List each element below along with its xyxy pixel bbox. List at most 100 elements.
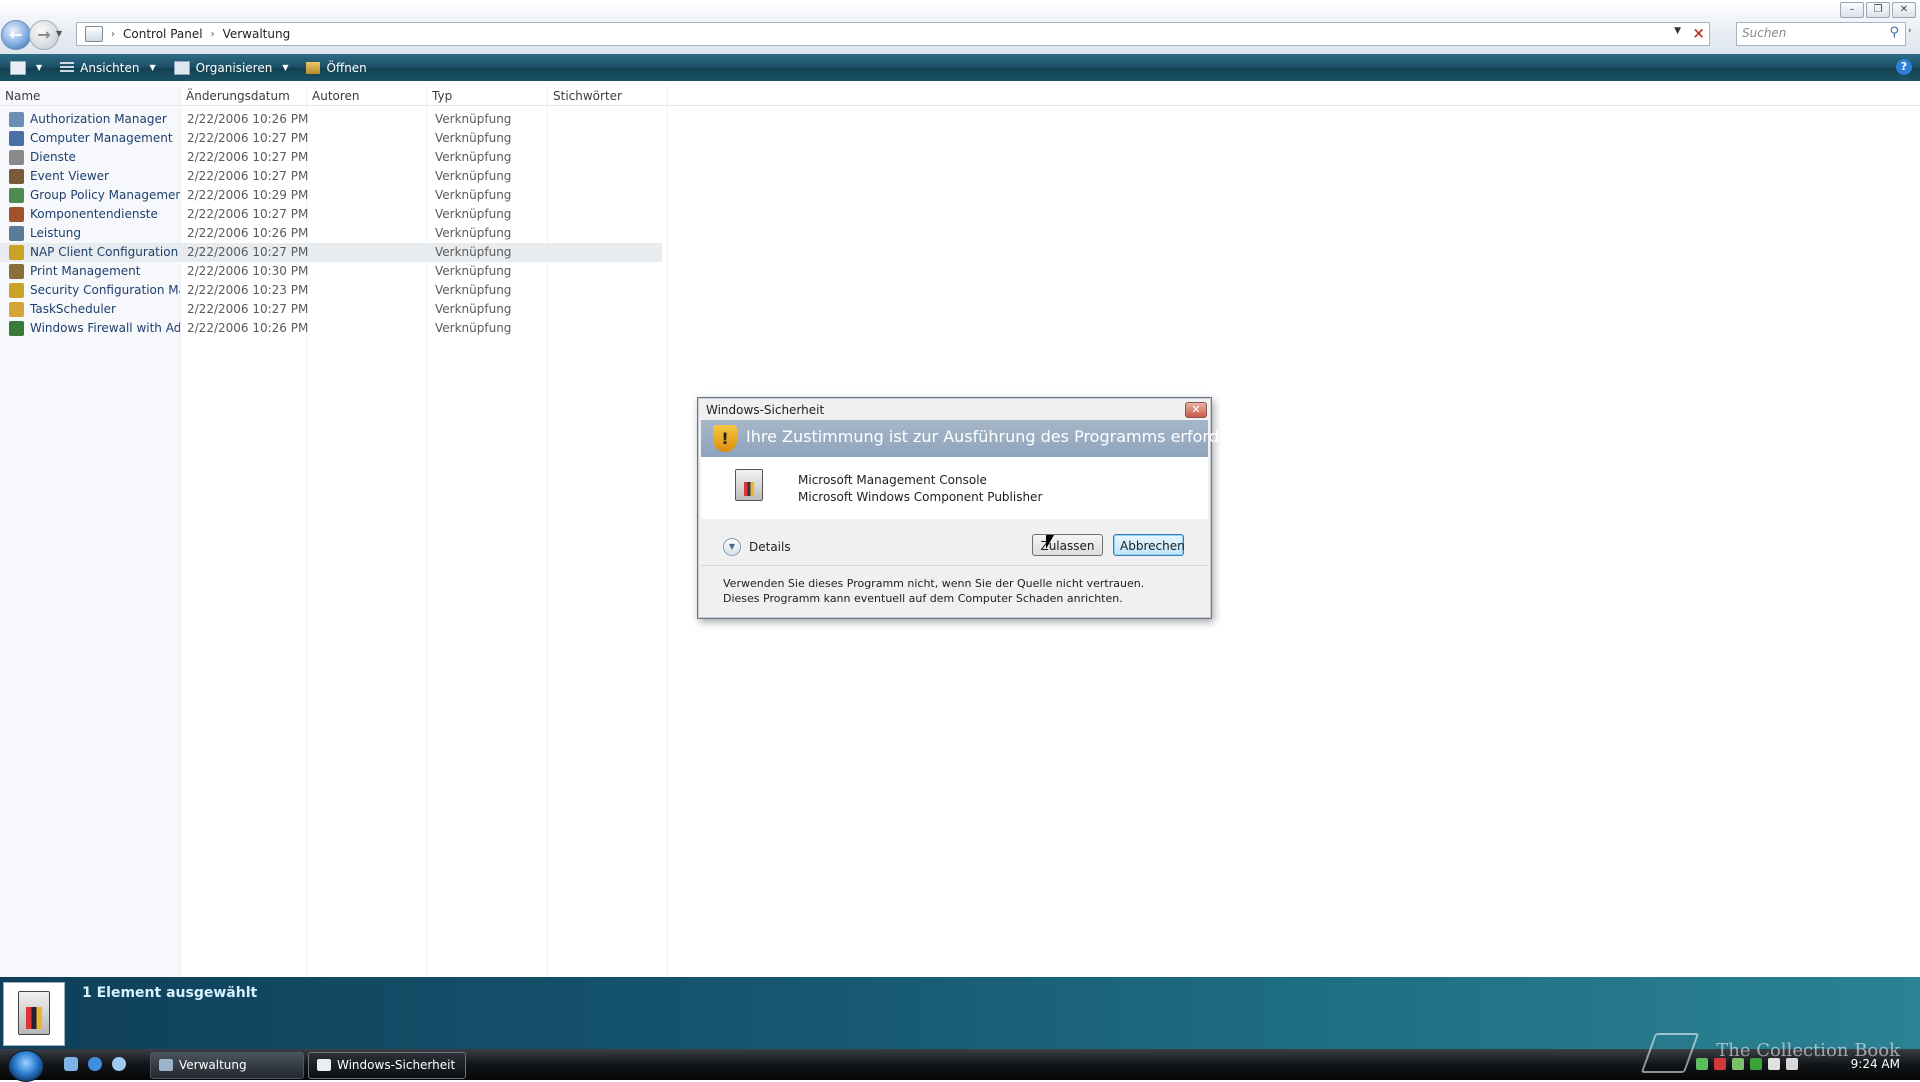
table-row[interactable]: Group Policy Management 2/22/2006 10:29 P… [0,186,662,205]
views-label: Ansichten [80,60,140,75]
file-date: 2/22/2006 10:27 PM [187,169,309,183]
file-name[interactable]: Authorization Manager [30,110,180,129]
organize-icon [173,60,190,75]
file-type: Verknüpfung [435,150,512,164]
minimize-button[interactable]: – [1840,2,1864,18]
details-label: Details [749,540,791,554]
file-name[interactable]: Event Viewer [30,167,180,186]
forward-button[interactable]: → [29,20,59,50]
file-type: Verknüpfung [435,264,512,278]
internet-explorer-icon[interactable] [88,1057,102,1071]
table-row[interactable]: Print Management 2/22/2006 10:30 PM Verknü… [0,262,662,281]
column-header-name[interactable]: Name [0,87,40,105]
file-name[interactable]: Windows Firewall with Ad... [30,319,180,338]
file-type: Verknüpfung [435,321,512,335]
allow-button[interactable]: Zulassen [1032,534,1103,556]
shield-warning-icon: ! [713,425,737,452]
table-row[interactable]: Windows Firewall with Ad... 2/22/2006 10:… [0,319,662,338]
taskbar-item-label: Verwaltung [179,1058,247,1072]
chevron-down-icon[interactable]: ▼ [723,538,741,556]
shortcut-icon [9,302,24,317]
show-desktop-icon[interactable] [64,1057,78,1071]
table-row[interactable]: Security Configuration Ma... 2/22/2006 10… [0,281,662,300]
chevron-down-icon: ▼ [149,63,156,72]
table-row[interactable]: Komponentendienste 2/22/2006 10:27 PM Verk… [0,205,662,224]
column-header-tags[interactable]: Stichwörter [548,87,622,105]
search-icon[interactable]: ⚲ [1889,25,1899,40]
views-button[interactable]: Ansichten ▼ [60,60,156,75]
open-icon [306,61,321,74]
table-row[interactable]: Leistung 2/22/2006 10:26 PM Verknüpfung [0,224,662,243]
taskbar: Verwaltung Windows-Sicherheit 9:24 AM [0,1049,1920,1082]
table-row[interactable]: TaskScheduler 2/22/2006 10:27 PM Verknüpfu… [0,300,662,319]
file-name[interactable]: Leistung [30,224,180,243]
selection-count: 1 Element ausgewählt [82,985,258,1001]
table-row[interactable]: NAP Client Configuration 2/22/2006 10:27 … [0,243,662,262]
shortcut-icon [9,245,24,260]
file-date: 2/22/2006 10:26 PM [187,112,309,126]
file-name[interactable]: Computer Management [30,129,180,148]
search-placeholder: Suchen [1742,26,1787,40]
search-options-icon[interactable]: › [1908,26,1912,36]
column-header-date[interactable]: Änderungsdatum [181,87,290,105]
file-name[interactable]: Security Configuration Ma... [30,281,180,300]
column-header-authors[interactable]: Autoren [307,87,360,105]
switch-windows-icon[interactable] [112,1057,126,1071]
table-row[interactable]: Dienste 2/22/2006 10:27 PM Verknüpfung [0,148,662,167]
shortcut-icon [9,226,24,241]
chevron-down-icon: ▼ [282,63,289,72]
taskbar-item-verwaltung[interactable]: Verwaltung [150,1052,304,1079]
window-controls: – ❐ ✕ [1840,2,1916,18]
breadcrumb-verwaltung[interactable]: Verwaltung [223,27,291,41]
file-name[interactable]: NAP Client Configuration [30,243,180,262]
file-name[interactable]: Group Policy Management [30,186,180,205]
details-toggle[interactable]: ▼ Details [723,538,791,556]
file-name[interactable]: Dienste [30,148,180,167]
shortcut-icon [9,207,24,222]
file-type: Verknüpfung [435,226,512,240]
table-row[interactable]: Event Viewer 2/22/2006 10:27 PM Verknüpfun… [0,167,662,186]
taskbar-item-windows-sicherheit[interactable]: Windows-Sicherheit [308,1052,466,1079]
file-type: Verknüpfung [435,169,512,183]
close-window-button[interactable]: ✕ [1892,2,1916,18]
chevron-right-icon[interactable]: › [111,29,115,40]
shortcut-icon [9,150,24,165]
maximize-button[interactable]: ❐ [1866,2,1890,18]
recent-pages-dropdown[interactable]: ▼ [56,29,62,38]
chevron-right-icon[interactable]: › [211,29,215,40]
file-date: 2/22/2006 10:26 PM [187,226,309,240]
back-button[interactable]: ← [1,20,31,50]
open-button[interactable]: Öffnen [306,60,367,75]
watermark: The Collection Book [1716,1040,1900,1061]
dialog-close-button[interactable]: ✕ [1185,402,1207,418]
taskbar-item-label: Windows-Sicherheit [337,1058,456,1072]
file-date: 2/22/2006 10:29 PM [187,188,309,202]
organize-button[interactable]: Organisieren ▼ [173,60,289,75]
address-area: – ❐ ✕ ← → ▼ › Control Panel › Verwaltung… [0,0,1920,54]
file-date: 2/22/2006 10:30 PM [187,264,309,278]
file-date: 2/22/2006 10:27 PM [187,245,309,259]
breadcrumb-control-panel[interactable]: Control Panel [123,27,203,41]
file-name[interactable]: Print Management [30,262,180,281]
file-date: 2/22/2006 10:26 PM [187,321,309,335]
table-row[interactable]: Authorization Manager 2/22/2006 10:26 PM V… [0,110,662,129]
start-button[interactable] [8,1050,44,1082]
views-icon [60,61,75,74]
shortcut-icon [9,283,24,298]
search-input[interactable]: Suchen ⚲ [1736,22,1906,46]
help-icon[interactable]: ? [1896,59,1912,75]
stop-icon[interactable]: × [1692,24,1705,42]
address-dropdown-icon[interactable]: ▼ [1674,26,1681,36]
open-label: Öffnen [326,60,367,75]
shortcut-icon [9,169,24,184]
cancel-button[interactable]: Abbrechen [1113,534,1185,556]
column-header-type[interactable]: Typ [427,87,452,105]
layout-button[interactable]: ▼ [10,60,42,75]
file-date: 2/22/2006 10:27 PM [187,207,309,221]
file-date: 2/22/2006 10:27 PM [187,150,309,164]
update-icon[interactable] [1696,1058,1708,1070]
address-bar[interactable]: › Control Panel › Verwaltung ▼ × [76,22,1710,46]
table-row[interactable]: Computer Management 2/22/2006 10:27 PM Ver… [0,129,662,148]
file-name[interactable]: Komponentendienste [30,205,180,224]
file-name[interactable]: TaskScheduler [30,300,180,319]
